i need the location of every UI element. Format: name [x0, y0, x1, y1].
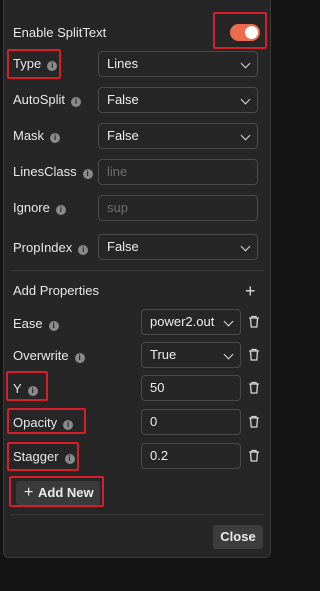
linesclass-input[interactable]: line: [98, 159, 258, 185]
opacity-input[interactable]: 0: [141, 409, 241, 435]
close-button[interactable]: Close: [213, 525, 263, 549]
info-icon: i: [82, 169, 93, 179]
highlight-box: [7, 49, 61, 79]
chevron-down-icon: [240, 130, 251, 141]
type-select[interactable]: Lines: [98, 51, 258, 77]
mask-select[interactable]: False: [98, 123, 258, 149]
stagger-input[interactable]: 0.2: [141, 443, 241, 469]
chevron-down-icon: [223, 349, 234, 360]
highlight-box: [213, 12, 267, 49]
overwrite-select[interactable]: True: [141, 342, 241, 368]
divider: [10, 514, 264, 515]
add-properties-heading: Add Properties: [13, 283, 99, 298]
divider: [10, 270, 264, 271]
autosplit-label: AutoSplit i: [13, 92, 82, 108]
chevron-down-icon: [240, 94, 251, 105]
chevron-down-icon: [223, 316, 234, 327]
autosplit-select[interactable]: False: [98, 87, 258, 113]
trash-icon[interactable]: [248, 381, 260, 394]
ease-label: Ease i: [13, 316, 59, 332]
info-icon: i: [50, 133, 61, 143]
overwrite-label: Overwrite i: [13, 348, 85, 364]
splittext-panel: Enable SplitText Type i Lines AutoSplit i …: [3, 0, 271, 558]
plus-icon[interactable]: +: [245, 282, 256, 300]
highlight-box: [7, 408, 86, 434]
highlight-box: [7, 442, 79, 471]
ease-select[interactable]: power2.out: [141, 309, 241, 335]
propindex-label: PropIndex i: [13, 240, 89, 256]
chevron-down-icon: [240, 58, 251, 69]
highlight-box: [9, 476, 104, 507]
info-icon: i: [48, 321, 59, 331]
highlight-box: [6, 371, 48, 401]
trash-icon[interactable]: [248, 348, 260, 361]
ignore-label: Ignore i: [13, 200, 66, 216]
trash-icon[interactable]: [248, 315, 260, 328]
info-icon: i: [71, 97, 82, 107]
propindex-select[interactable]: False: [98, 234, 258, 260]
ignore-input[interactable]: sup: [98, 195, 258, 221]
trash-icon[interactable]: [248, 449, 260, 462]
trash-icon[interactable]: [248, 415, 260, 428]
chevron-down-icon: [240, 241, 251, 252]
y-input[interactable]: 50: [141, 375, 241, 401]
mask-label: Mask i: [13, 128, 61, 144]
info-icon: i: [74, 353, 85, 363]
info-icon: i: [55, 205, 66, 215]
enable-splittext-label: Enable SplitText: [13, 25, 107, 40]
info-icon: i: [78, 245, 89, 255]
linesclass-label: LinesClass i: [13, 164, 93, 180]
